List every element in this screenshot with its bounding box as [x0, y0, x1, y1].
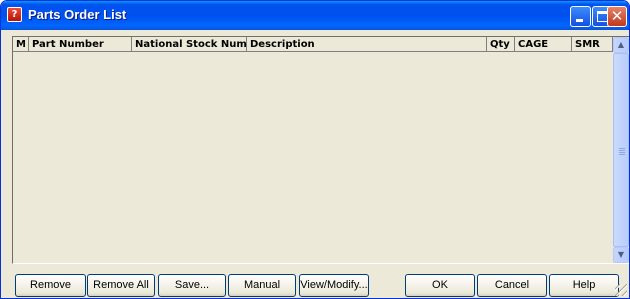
- ok-button[interactable]: OK: [405, 274, 475, 297]
- table-header: M Part Number National Stock Number Desc…: [13, 37, 613, 52]
- grip-line: [619, 154, 625, 155]
- title-bar[interactable]: ? Parts Order List ✕: [1, 1, 629, 30]
- grip-line: [619, 152, 625, 153]
- grip-line: [619, 148, 625, 149]
- column-header-part-number[interactable]: Part Number: [29, 37, 132, 52]
- column-header-m[interactable]: M: [13, 37, 29, 52]
- grip-line: [619, 150, 625, 151]
- column-header-qty[interactable]: Qty: [487, 37, 515, 52]
- column-header-national-stock-number[interactable]: National Stock Number: [132, 37, 247, 52]
- close-button[interactable]: ✕: [607, 6, 627, 27]
- resize-grip[interactable]: [615, 284, 627, 296]
- column-header-cage[interactable]: CAGE: [515, 37, 572, 52]
- app-icon[interactable]: ?: [7, 7, 22, 22]
- chevron-down-icon: ▼: [617, 250, 625, 259]
- minimize-button[interactable]: [570, 6, 591, 27]
- column-header-description[interactable]: Description: [247, 37, 487, 52]
- scroll-thumb[interactable]: [613, 53, 629, 247]
- manual-add-button[interactable]: Manual Add...: [228, 274, 296, 297]
- scroll-up-button[interactable]: ▲: [613, 37, 629, 53]
- minimize-icon: [576, 19, 583, 22]
- save-button[interactable]: Save...: [158, 274, 226, 297]
- scroll-down-button[interactable]: ▼: [613, 247, 629, 263]
- cancel-button[interactable]: Cancel: [477, 274, 547, 297]
- remove-button[interactable]: Remove: [15, 274, 86, 297]
- close-icon: ✕: [610, 7, 624, 25]
- window-title: Parts Order List: [28, 7, 127, 22]
- view-modify-button[interactable]: View/Modify...: [299, 274, 369, 297]
- chevron-up-icon: ▲: [617, 40, 625, 49]
- column-header-smr[interactable]: SMR: [572, 37, 613, 52]
- parts-order-list-window: ? Parts Order List ✕ M Part Number Natio…: [0, 0, 630, 299]
- vertical-scrollbar[interactable]: ▲ ▼: [613, 37, 629, 263]
- remove-all-button[interactable]: Remove All: [87, 274, 155, 297]
- help-button[interactable]: Help: [549, 274, 619, 297]
- parts-table[interactable]: M Part Number National Stock Number Desc…: [12, 36, 629, 264]
